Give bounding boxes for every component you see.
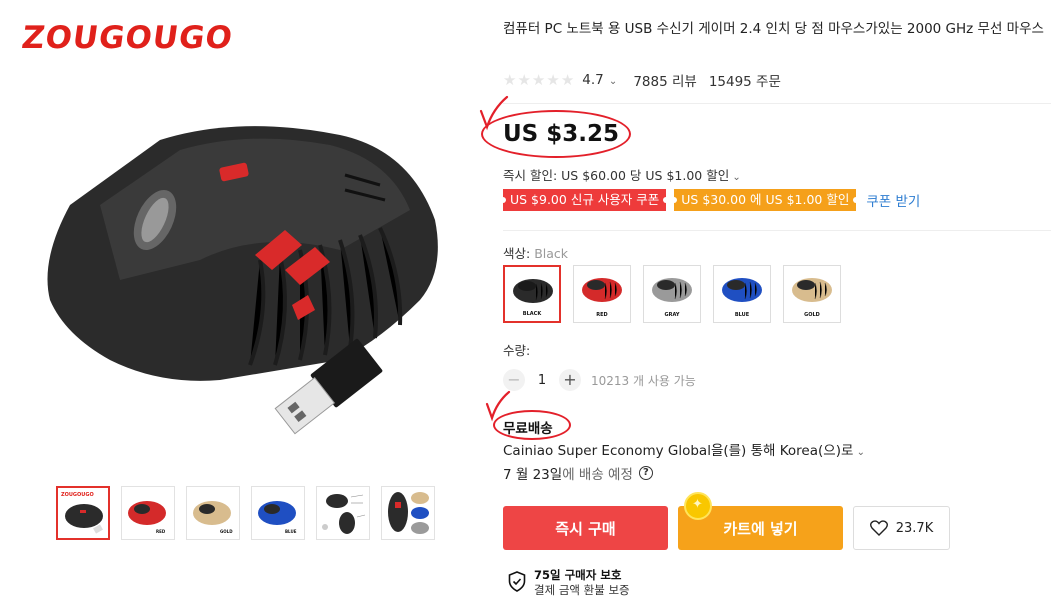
star-icon: ★: [503, 71, 517, 89]
thumbnail-blue[interactable]: BLUE: [251, 486, 305, 540]
product-gallery: ZOUGOUGO ZOUGOUGO RED GOLD BLUE: [0, 0, 480, 606]
quantity-input[interactable]: 1: [525, 373, 559, 388]
coupon-threshold[interactable]: US $30.00 에 US $1.00 할인: [671, 189, 860, 211]
color-swatch-gray[interactable]: GRAY: [643, 265, 701, 323]
help-icon[interactable]: ?: [638, 466, 653, 480]
thumbnail-multi[interactable]: [381, 486, 435, 540]
get-coupon-link[interactable]: 쿠폰 받기: [866, 190, 920, 210]
svg-text:ZOUGOUGO: ZOUGOUGO: [61, 492, 94, 498]
svg-text:BLUE: BLUE: [285, 529, 297, 534]
heart-icon: [869, 520, 888, 536]
star-icon: ★: [531, 71, 546, 89]
wishlist-button[interactable]: 23.7K: [853, 506, 950, 550]
svg-text:GOLD: GOLD: [220, 529, 233, 534]
swatch-tag: GOLD: [804, 312, 820, 318]
thumbnail-diagram[interactable]: [316, 486, 370, 540]
thumbnail-strip: ZOUGOUGO RED GOLD BLUE: [56, 486, 435, 540]
mouse-thumbnail: [652, 278, 692, 302]
mouse-thumbnail: [792, 278, 832, 302]
quantity-stepper: − 1 + 10213 개 사용 가능: [503, 369, 696, 391]
buy-now-button[interactable]: 즉시 구매: [503, 506, 668, 550]
star-icon: ★: [560, 71, 575, 89]
delivery-date: 7 월 23일: [503, 467, 563, 483]
shield-check-icon: [508, 571, 526, 592]
swatch-tag: BLUE: [734, 312, 750, 318]
swatch-tag: RED: [596, 312, 608, 318]
main-product-image[interactable]: [40, 110, 460, 440]
current-price: US $3.25: [503, 121, 619, 147]
thumbnail-red[interactable]: RED: [121, 486, 175, 540]
product-title: 컴퓨터 PC 노트북 용 USB 수신기 게이머 2.4 인치 당 점 마우스가…: [503, 21, 1044, 37]
quantity-plus-button[interactable]: +: [559, 369, 581, 391]
free-shipping-label: 무료배송: [503, 421, 553, 437]
wishlist-count: 23.7K: [895, 520, 934, 536]
selected-color-name: Black: [534, 246, 569, 261]
thumbnail-gold[interactable]: GOLD: [186, 486, 240, 540]
color-swatch-red[interactable]: RED: [573, 265, 631, 323]
mouse-thumbnail: [722, 278, 762, 302]
swatch-tag: GRAY: [664, 312, 680, 318]
rating-stars: ★ ★ ★ ★ ★: [503, 72, 574, 88]
shipping-method[interactable]: Cainiao Super Economy Global을(를) 통해 Kore…: [503, 439, 865, 459]
brand-logo: ZOUGOUGO: [19, 20, 236, 56]
divider: [503, 230, 1051, 231]
mouse-thumbnail: [582, 278, 622, 302]
color-label: 색상: Black: [503, 246, 569, 261]
chevron-down-icon: ⌄: [729, 172, 741, 183]
quantity-available: 10213 개 사용 가능: [591, 373, 696, 388]
coupon-row: US $9.00 신규 사용자 쿠폰 US $30.00 에 US $1.00 …: [499, 189, 920, 211]
color-swatches: BLACK RED GRAY BLUE GOLD: [503, 265, 841, 323]
buyer-protection: 75일 구매자 보호 결제 금액 환불 보증: [508, 568, 630, 598]
quantity-label: 수량:: [503, 343, 531, 358]
delivery-estimate: 7 월 23일 에 배송 예정 ?: [503, 463, 653, 483]
star-icon: ★: [517, 71, 531, 89]
rating-value[interactable]: 4.7 ⌄: [582, 72, 617, 88]
divider: [503, 103, 1051, 104]
mouse-thumbnail: [513, 279, 553, 303]
chevron-down-icon: ⌄: [853, 447, 865, 458]
swatch-tag: BLACK: [522, 311, 542, 317]
color-swatch-gold[interactable]: GOLD: [783, 265, 841, 323]
review-count[interactable]: 7885 리뷰: [633, 70, 697, 90]
rating-row: ★ ★ ★ ★ ★ 4.7 ⌄ 7885 리뷰 15495 주문: [503, 70, 781, 90]
star-icon: ★: [546, 71, 560, 89]
quantity-minus-button[interactable]: −: [503, 369, 525, 391]
instant-discount[interactable]: 즉시 할인: US $60.00 당 US $1.00 할인 ⌄: [503, 165, 741, 184]
order-count: 15495 주문: [708, 74, 781, 90]
color-swatch-blue[interactable]: BLUE: [713, 265, 771, 323]
coin-icon: [684, 492, 712, 520]
chevron-down-icon: ⌄: [605, 76, 618, 87]
delivery-suffix: 에 배송 예정: [562, 467, 633, 483]
coupon-new-user[interactable]: US $9.00 신규 사용자 쿠폰: [499, 189, 670, 211]
thumbnail-black[interactable]: ZOUGOUGO: [56, 486, 110, 540]
protection-subtitle: 결제 금액 환불 보증: [534, 583, 630, 597]
svg-text:RED: RED: [156, 529, 166, 534]
protection-title: 75일 구매자 보호: [534, 568, 622, 582]
color-swatch-black[interactable]: BLACK: [503, 265, 561, 323]
